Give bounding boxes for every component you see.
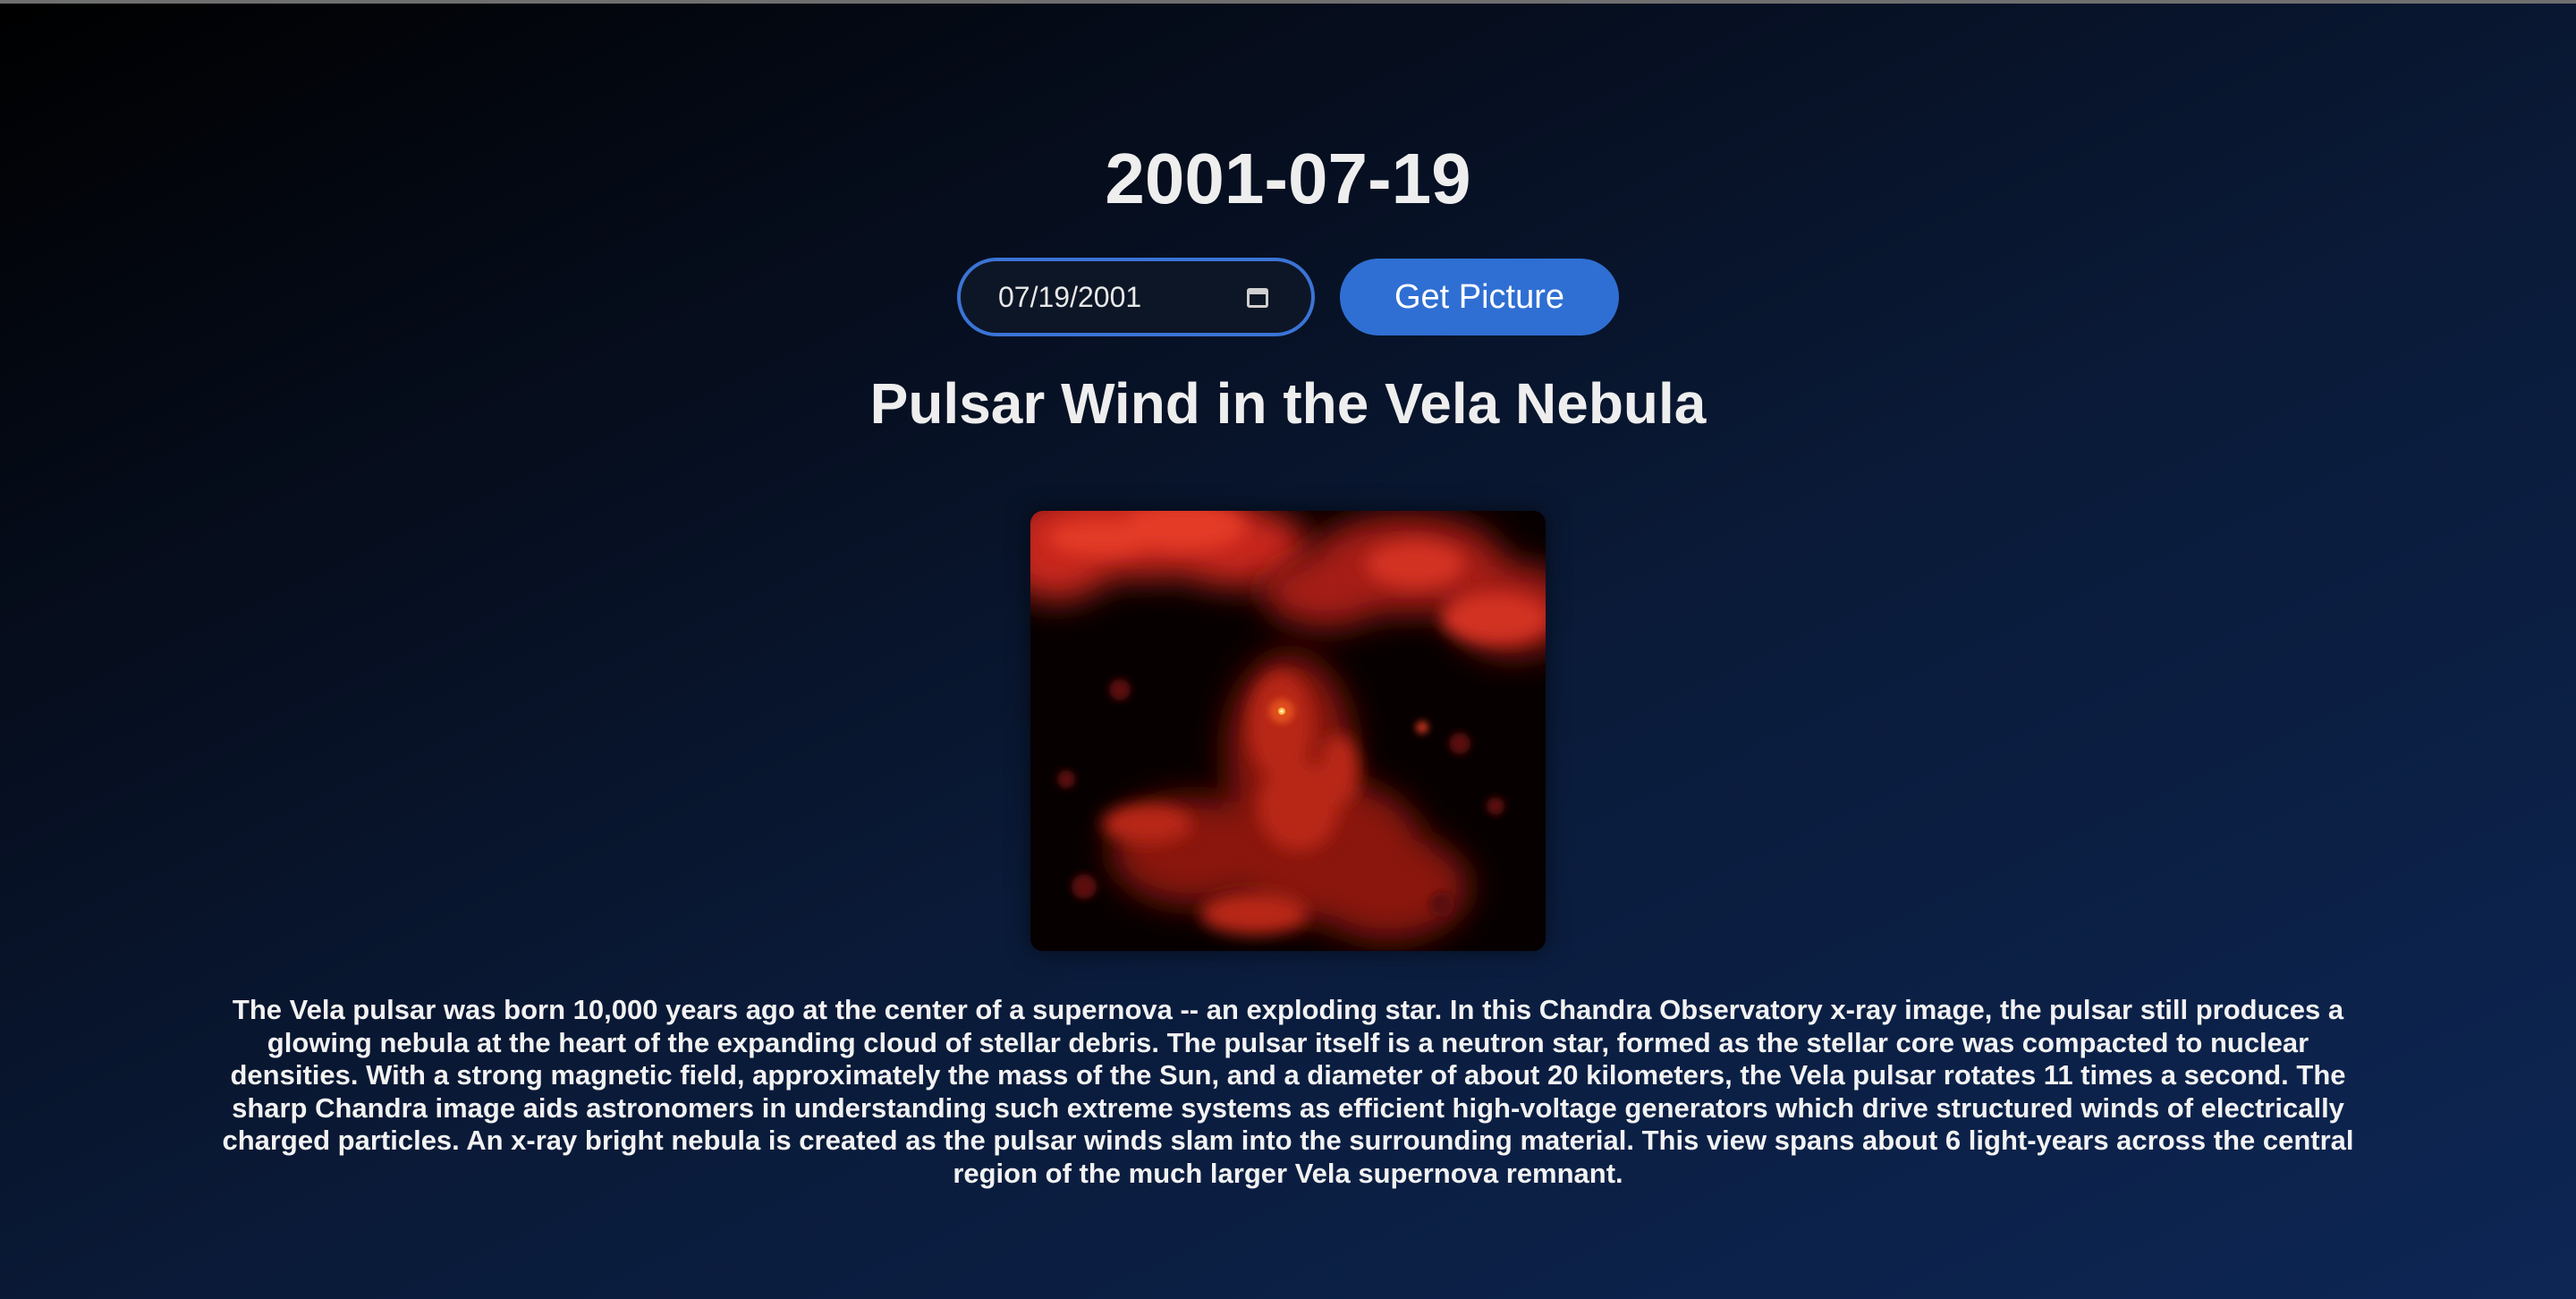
picture-title: Pulsar Wind in the Vela Nebula — [869, 371, 1707, 436]
date-heading: 2001-07-19 — [1105, 139, 1471, 218]
calendar-icon[interactable] — [1245, 284, 1270, 310]
date-input-value: 07/19/2001 — [998, 280, 1142, 313]
date-controls: 07/19/2001 Get Picture — [0, 258, 2576, 336]
get-picture-button[interactable]: Get Picture — [1340, 259, 1619, 335]
astronomy-picture — [1030, 511, 1546, 951]
date-input[interactable]: 07/19/2001 — [957, 258, 1315, 336]
picture-explanation: The Vela pulsar was born 10,000 years ag… — [222, 994, 2354, 1189]
page: 2001-07-19 07/19/2001 Get Picture Pulsar… — [0, 0, 2576, 1299]
